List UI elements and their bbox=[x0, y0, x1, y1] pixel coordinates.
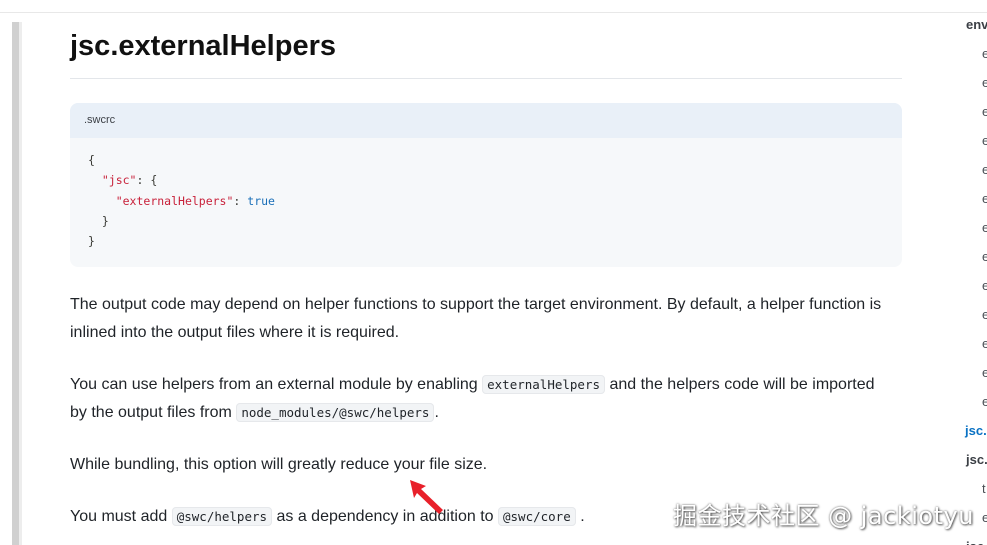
toc-item[interactable]: e bbox=[982, 249, 987, 264]
text: You can use helpers from an external mod… bbox=[70, 376, 478, 393]
paragraph-default-behavior: The output code may depend on helper fun… bbox=[70, 296, 882, 341]
inline-code-helpers-path: node_modules/@swc/helpers bbox=[236, 403, 435, 422]
toc-item[interactable]: e bbox=[982, 336, 987, 351]
text: You must add bbox=[70, 508, 168, 525]
table-of-contents: enveeeeeeeeeeeeejsc.jsc.tejsc bbox=[960, 0, 987, 545]
watermark: 掘金技术社区 @ jackiotyu bbox=[673, 502, 974, 530]
text: . bbox=[580, 508, 585, 525]
toc-item[interactable]: e bbox=[982, 510, 987, 525]
toc-item[interactable]: e bbox=[982, 307, 987, 322]
red-arrow-icon bbox=[410, 480, 443, 514]
code-punct: { bbox=[88, 153, 95, 167]
toc-item[interactable]: e bbox=[982, 365, 987, 380]
title-divider bbox=[70, 78, 902, 79]
code-punct: : { bbox=[136, 173, 158, 188]
toc-item[interactable]: e bbox=[982, 104, 987, 119]
code-punct: : bbox=[233, 193, 248, 208]
code-punct: } bbox=[88, 234, 95, 249]
code-filename: .swcrc bbox=[70, 103, 902, 138]
inline-code-swc-helpers: @swc/helpers bbox=[171, 507, 273, 526]
scroll-gutter[interactable] bbox=[12, 22, 19, 545]
paragraph-external-module: You can use helpers from an external mod… bbox=[70, 371, 890, 427]
gutter-shade bbox=[19, 22, 22, 545]
code-line: { bbox=[88, 150, 884, 170]
toc-item[interactable]: e bbox=[982, 394, 987, 409]
code-value: true bbox=[247, 193, 275, 208]
text: as a dependency in addition to bbox=[276, 508, 494, 525]
code-body[interactable]: { "jsc": { "externalHelpers": true }} bbox=[70, 138, 902, 263]
inline-code-swc-core: @swc/core bbox=[498, 507, 576, 526]
paragraph-bundling: While bundling, this option will greatly… bbox=[70, 456, 488, 473]
code-key: "externalHelpers" bbox=[115, 193, 234, 208]
toc-item[interactable]: e bbox=[982, 278, 987, 293]
toc-item[interactable]: jsc. bbox=[966, 452, 987, 467]
toc-item[interactable]: e bbox=[982, 162, 987, 177]
inline-code-externalHelpers: externalHelpers bbox=[482, 375, 606, 394]
toc-item[interactable]: e bbox=[982, 191, 987, 206]
toc-item[interactable]: e bbox=[982, 220, 987, 235]
code-line: } bbox=[88, 211, 884, 231]
toc-item[interactable]: env bbox=[966, 17, 987, 32]
page-title: jsc.externalHelpers bbox=[70, 30, 336, 62]
code-punct: } bbox=[101, 213, 109, 228]
toc-item[interactable]: e bbox=[982, 133, 987, 148]
toc-item[interactable]: jsc bbox=[966, 539, 984, 545]
text: . bbox=[434, 404, 439, 421]
code-line: } bbox=[88, 231, 884, 251]
toc-item[interactable]: e bbox=[982, 75, 987, 90]
toc-item[interactable]: t bbox=[982, 481, 986, 496]
top-border bbox=[0, 12, 987, 13]
toc-item[interactable]: e bbox=[982, 46, 987, 61]
code-line: "externalHelpers": true bbox=[88, 191, 884, 211]
code-block: .swcrc { "jsc": { "externalHelpers": tru… bbox=[70, 103, 902, 267]
code-line: "jsc": { bbox=[88, 170, 884, 190]
toc-item[interactable]: jsc. bbox=[965, 423, 987, 438]
code-key: "jsc" bbox=[101, 173, 137, 188]
